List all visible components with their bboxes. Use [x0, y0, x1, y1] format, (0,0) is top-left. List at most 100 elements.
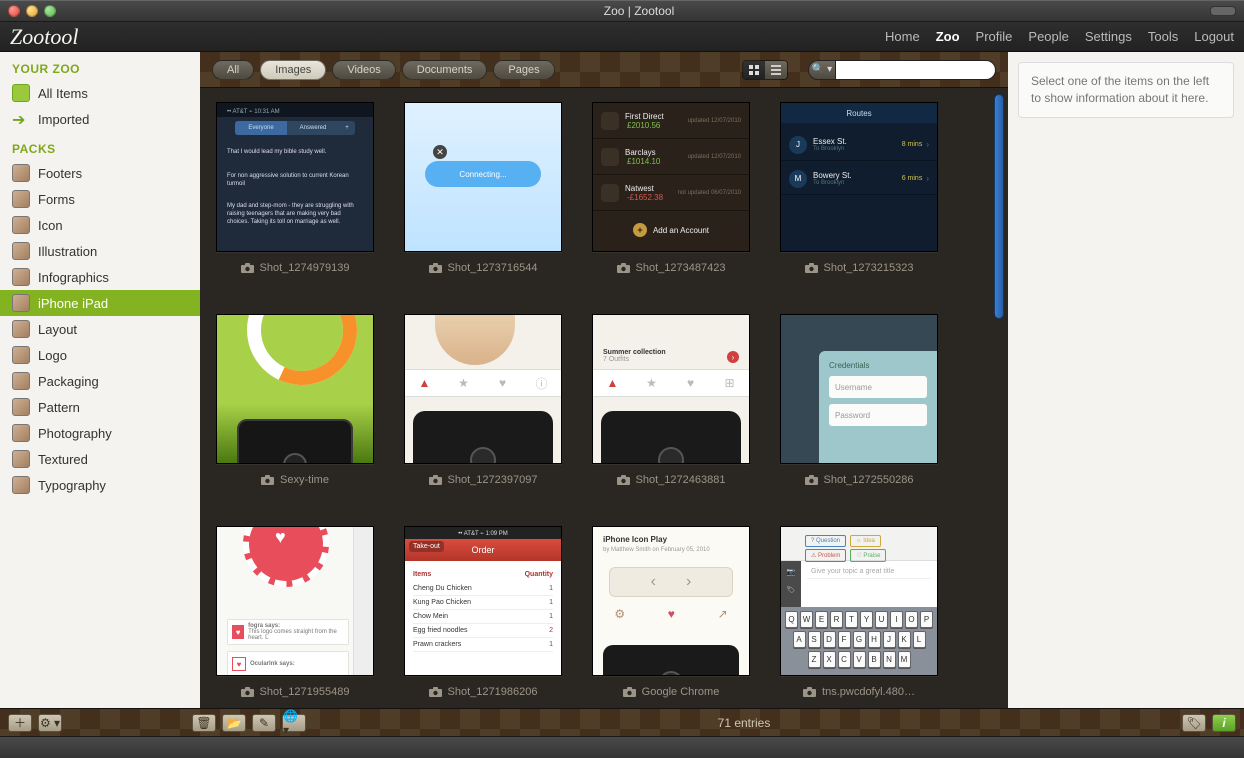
sidebar-pack-icon[interactable]: Icon: [0, 212, 200, 238]
sidebar-pack-pattern[interactable]: Pattern: [0, 394, 200, 420]
sidebar-item-label: Typography: [38, 478, 106, 493]
nav-link-zoo[interactable]: Zoo: [936, 29, 960, 44]
pack-icon: [12, 216, 30, 234]
sidebar-pack-layout[interactable]: Layout: [0, 316, 200, 342]
sidebar: YOUR ZOO All Items ➔ Imported PACKS Foot…: [0, 52, 200, 708]
item-thumbnail[interactable]: iPhone Icon Playby Matthew Smith on Febr…: [592, 526, 750, 676]
sidebar-item-label: Packaging: [38, 374, 99, 389]
item-thumbnail[interactable]: [216, 314, 374, 464]
sidebar-item-label: Pattern: [38, 400, 80, 415]
sidebar-item-label: Imported: [38, 112, 89, 127]
sidebar-all-items[interactable]: All Items: [0, 80, 200, 106]
item-thumbnail[interactable]: CredentialsUsernamePassword: [780, 314, 938, 464]
pack-icon: [12, 346, 30, 364]
item-caption: Shot_1272397097: [404, 474, 562, 486]
filter-all[interactable]: All: [212, 60, 254, 80]
zoom-window-button[interactable]: [44, 5, 56, 17]
sidebar-pack-iphone-ipad[interactable]: iPhone iPad: [0, 290, 200, 316]
grid-item[interactable]: First Direct£2010.56updated 12/07/2010 B…: [592, 102, 750, 274]
item-thumbnail[interactable]: ▲★♥ⓘ: [404, 314, 562, 464]
sidebar-item-label: All Items: [38, 86, 88, 101]
grid-item[interactable]: iPhone Icon Playby Matthew Smith on Febr…: [592, 526, 750, 698]
zoo-icon: [12, 84, 30, 102]
window-title: Zoo | Zootool: [68, 4, 1210, 18]
item-thumbnail[interactable]: Summer collection7 Outfits›▲★♥⊞: [592, 314, 750, 464]
grid-view-button[interactable]: [743, 61, 765, 79]
minimize-window-button[interactable]: [26, 5, 38, 17]
sidebar-pack-photography[interactable]: Photography: [0, 420, 200, 446]
nav-link-people[interactable]: People: [1028, 29, 1068, 44]
grid-item[interactable]: ⌕Abc📷🏷 ? Question☼ Idea ⚠ Problem♡ Prais…: [780, 526, 938, 698]
grid-item[interactable]: ▲★♥ⓘ Shot_1272397097: [404, 314, 562, 486]
close-window-button[interactable]: [8, 5, 20, 17]
nav-link-settings[interactable]: Settings: [1085, 29, 1132, 44]
sidebar-item-label: iPhone iPad: [38, 296, 108, 311]
item-caption: Shot_1273215323: [780, 262, 938, 274]
settings-gear-button[interactable]: ⚙ ▾: [38, 714, 62, 732]
filter-videos[interactable]: Videos: [332, 60, 395, 80]
nav-link-profile[interactable]: Profile: [976, 29, 1013, 44]
sidebar-pack-textured[interactable]: Textured: [0, 446, 200, 472]
filter-documents[interactable]: Documents: [402, 60, 488, 80]
window-footer: [0, 736, 1244, 758]
camera-icon: [617, 475, 630, 485]
pack-icon: [12, 268, 30, 286]
sidebar-pack-illustration[interactable]: Illustration: [0, 238, 200, 264]
app-logo[interactable]: Zootool: [10, 24, 78, 50]
camera-icon: [261, 475, 274, 485]
sidebar-item-label: Forms: [38, 192, 75, 207]
move-button[interactable]: 📂: [222, 714, 246, 732]
list-view-button[interactable]: [765, 61, 787, 79]
search-input[interactable]: [836, 60, 996, 80]
edit-button[interactable]: ✎: [252, 714, 276, 732]
grid-item[interactable]: CredentialsUsernamePassword Shot_12725502…: [780, 314, 938, 486]
item-thumbnail[interactable]: •• AT&T ⌁ 10:31 AM EveryoneAnswered+ Tha…: [216, 102, 374, 252]
item-caption: Shot_1272550286: [780, 474, 938, 486]
sidebar-heading-yourzoo: YOUR ZOO: [0, 52, 200, 80]
add-button[interactable]: ＋: [8, 714, 32, 732]
scrollbar-thumb[interactable]: [994, 94, 1004, 319]
detail-panel: Select one of the items on the left to s…: [1008, 52, 1244, 708]
sidebar-item-label: Logo: [38, 348, 67, 363]
camera-icon: [805, 475, 818, 485]
sidebar-item-label: Photography: [38, 426, 112, 441]
sidebar-item-label: Icon: [38, 218, 63, 233]
grid-item[interactable]: Sexy-time: [216, 314, 374, 486]
filter-pages[interactable]: Pages: [493, 60, 554, 80]
share-button[interactable]: 🌐 ▾: [282, 714, 306, 732]
sidebar-pack-packaging[interactable]: Packaging: [0, 368, 200, 394]
sidebar-pack-logo[interactable]: Logo: [0, 342, 200, 368]
item-thumbnail[interactable]: Routes JEssex St.To Brooklyn8 mins› MBow…: [780, 102, 938, 252]
item-thumbnail[interactable]: First Direct£2010.56updated 12/07/2010 B…: [592, 102, 750, 252]
item-caption: Shot_1274979139: [216, 262, 374, 274]
window-toolbar-toggle[interactable]: [1210, 6, 1236, 16]
info-button[interactable]: i: [1212, 714, 1236, 732]
item-thumbnail[interactable]: •• AT&T ⌁ 1:09 PMOrderTake-out ItemsQuan…: [404, 526, 562, 676]
tag-button[interactable]: 🏷: [1182, 714, 1206, 732]
sidebar-pack-typography[interactable]: Typography: [0, 472, 200, 498]
sidebar-pack-infographics[interactable]: Infographics: [0, 264, 200, 290]
pack-icon: [12, 190, 30, 208]
search-scope-button[interactable]: 🔍 ▾: [808, 60, 836, 80]
filter-images[interactable]: Images: [260, 60, 326, 80]
sidebar-pack-footers[interactable]: Footers: [0, 160, 200, 186]
nav-link-home[interactable]: Home: [885, 29, 920, 44]
grid-item[interactable]: ♥ ♥fogra says:This logo comes straight f…: [216, 526, 374, 698]
grid-item[interactable]: •• AT&T ⌁ 10:31 AM EveryoneAnswered+ Tha…: [216, 102, 374, 274]
grid-item[interactable]: Summer collection7 Outfits›▲★♥⊞Shot_1272…: [592, 314, 750, 486]
pack-icon: [12, 476, 30, 494]
grid-item[interactable]: Routes JEssex St.To Brooklyn8 mins› MBow…: [780, 102, 938, 274]
grid-item[interactable]: ✕Connecting...Shot_1273716544: [404, 102, 562, 274]
sidebar-pack-forms[interactable]: Forms: [0, 186, 200, 212]
item-thumbnail[interactable]: ✕Connecting...: [404, 102, 562, 252]
camera-icon: [805, 263, 818, 273]
nav-link-tools[interactable]: Tools: [1148, 29, 1178, 44]
trash-button[interactable]: 🗑: [192, 714, 216, 732]
sidebar-imported[interactable]: ➔ Imported: [0, 106, 200, 132]
item-thumbnail[interactable]: ⌕Abc📷🏷 ? Question☼ Idea ⚠ Problem♡ Prais…: [780, 526, 938, 676]
item-thumbnail[interactable]: ♥ ♥fogra says:This logo comes straight f…: [216, 526, 374, 676]
nav-link-logout[interactable]: Logout: [1194, 29, 1234, 44]
grid-item[interactable]: •• AT&T ⌁ 1:09 PMOrderTake-out ItemsQuan…: [404, 526, 562, 698]
scrollbar-track[interactable]: [994, 88, 1004, 708]
pack-icon: [12, 242, 30, 260]
